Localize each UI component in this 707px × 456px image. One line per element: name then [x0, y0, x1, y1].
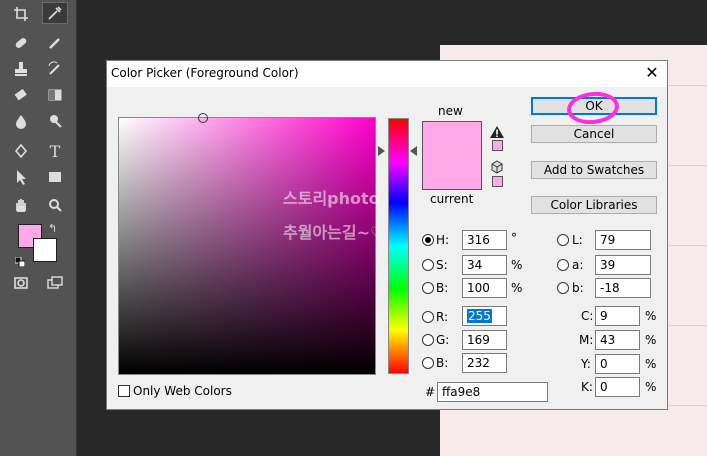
- zoom-icon[interactable]: [42, 194, 68, 216]
- watermark-line-1: 스토리photo: [283, 189, 380, 208]
- blue-input[interactable]: 232: [462, 353, 507, 373]
- red-label: R:: [436, 310, 449, 324]
- new-color-swatch: [422, 121, 482, 157]
- web-safe-color-swatch[interactable]: [492, 176, 503, 187]
- saturation-radio[interactable]: [422, 259, 434, 271]
- current-color-label: current: [430, 192, 474, 206]
- lightness-radio[interactable]: [557, 234, 569, 246]
- crop-icon[interactable]: [8, 3, 34, 25]
- default-colors-icon[interactable]: [14, 252, 26, 268]
- green-label: G:: [436, 333, 450, 347]
- brightness-input[interactable]: 100: [462, 278, 507, 298]
- healing-brush-icon[interactable]: [8, 32, 34, 54]
- brightness-radio[interactable]: [422, 282, 434, 294]
- cyan-unit: %: [645, 309, 657, 323]
- web-safe-cube-icon[interactable]: [490, 159, 504, 174]
- hex-input[interactable]: ffa9e8: [437, 382, 548, 402]
- green-input[interactable]: 169: [462, 330, 507, 350]
- color-libraries-button[interactable]: Color Libraries: [531, 196, 657, 214]
- brush-icon[interactable]: [42, 32, 68, 54]
- only-web-colors-checkbox[interactable]: [118, 385, 130, 397]
- lightness-input[interactable]: 79: [595, 230, 651, 250]
- screen-mode-icon[interactable]: [42, 272, 68, 294]
- background-color-swatch[interactable]: [33, 238, 57, 262]
- magenta-unit: %: [645, 333, 657, 347]
- red-input-value: 255: [467, 309, 492, 323]
- blue-radio[interactable]: [422, 357, 434, 369]
- yellow-unit: %: [645, 357, 657, 371]
- brightness-unit: %: [511, 281, 523, 295]
- hue-slider-right-arrow[interactable]: [410, 146, 417, 156]
- black-unit: %: [645, 380, 657, 394]
- black-label: K:: [581, 380, 593, 394]
- hue-slider[interactable]: [388, 118, 409, 374]
- hand-icon[interactable]: [8, 194, 34, 216]
- cyan-input[interactable]: 9: [595, 306, 640, 326]
- gamut-color-swatch[interactable]: [492, 140, 503, 151]
- only-web-colors-label: Only Web Colors: [133, 384, 232, 398]
- swap-colors-icon[interactable]: ↰: [48, 222, 57, 235]
- clone-stamp-icon[interactable]: [8, 58, 34, 80]
- yellow-label: Y:: [581, 357, 591, 371]
- path-selection-icon[interactable]: [8, 166, 34, 188]
- new-color-label: new: [438, 104, 463, 118]
- cyan-label: C:: [581, 309, 594, 323]
- hue-slider-left-arrow[interactable]: [378, 146, 385, 156]
- eyedropper-icon[interactable]: [42, 2, 68, 24]
- saturation-unit: %: [511, 258, 523, 272]
- blue-label: B:: [436, 356, 449, 370]
- red-radio[interactable]: [422, 311, 434, 323]
- current-color-swatch[interactable]: [422, 156, 482, 190]
- watermark-line-2: 추월아는길~♡: [283, 223, 385, 242]
- saturation-label: S:: [436, 258, 448, 272]
- b-channel-input[interactable]: -18: [595, 278, 651, 298]
- b-channel-label: b:: [572, 281, 584, 295]
- brightness-label: B:: [436, 281, 449, 295]
- blur-icon[interactable]: [8, 110, 34, 132]
- yellow-input[interactable]: 0: [595, 354, 640, 374]
- dialog-title: Color Picker (Foreground Color): [111, 66, 299, 80]
- hue-label: H:: [436, 233, 450, 247]
- color-picker-marker[interactable]: [198, 113, 208, 123]
- history-brush-icon[interactable]: [42, 58, 68, 80]
- tools-panel: T ↰: [0, 0, 77, 456]
- lightness-label: L:: [572, 233, 583, 247]
- pen-icon[interactable]: [8, 140, 34, 162]
- a-channel-input[interactable]: 39: [595, 255, 651, 275]
- a-channel-label: a:: [572, 258, 584, 272]
- eraser-icon[interactable]: [8, 84, 34, 106]
- quick-mask-icon[interactable]: [8, 272, 34, 294]
- gradient-icon[interactable]: [42, 84, 68, 106]
- green-radio[interactable]: [422, 334, 434, 346]
- cancel-button[interactable]: Cancel: [531, 125, 657, 143]
- close-icon[interactable]: ✕: [643, 64, 661, 82]
- dialog-titlebar: Color Picker (Foreground Color) ✕: [107, 61, 667, 87]
- hue-radio[interactable]: [422, 234, 434, 246]
- red-input[interactable]: 255: [462, 306, 507, 326]
- hue-unit: °: [511, 231, 517, 245]
- dodge-icon[interactable]: [42, 110, 68, 132]
- magenta-input[interactable]: 43: [595, 330, 640, 350]
- black-input[interactable]: 0: [595, 377, 640, 397]
- rectangle-icon[interactable]: [42, 166, 68, 188]
- saturation-brightness-field[interactable]: [118, 117, 376, 375]
- b-channel-radio[interactable]: [557, 282, 569, 294]
- saturation-input[interactable]: 34: [462, 255, 507, 275]
- type-icon[interactable]: T: [42, 140, 68, 162]
- hue-input[interactable]: 316: [462, 230, 507, 250]
- add-to-swatches-button[interactable]: Add to Swatches: [531, 161, 657, 179]
- hex-label: #: [425, 385, 436, 399]
- out-of-gamut-warning-icon[interactable]: [490, 123, 504, 138]
- magenta-label: M:: [579, 333, 594, 347]
- a-channel-radio[interactable]: [557, 259, 569, 271]
